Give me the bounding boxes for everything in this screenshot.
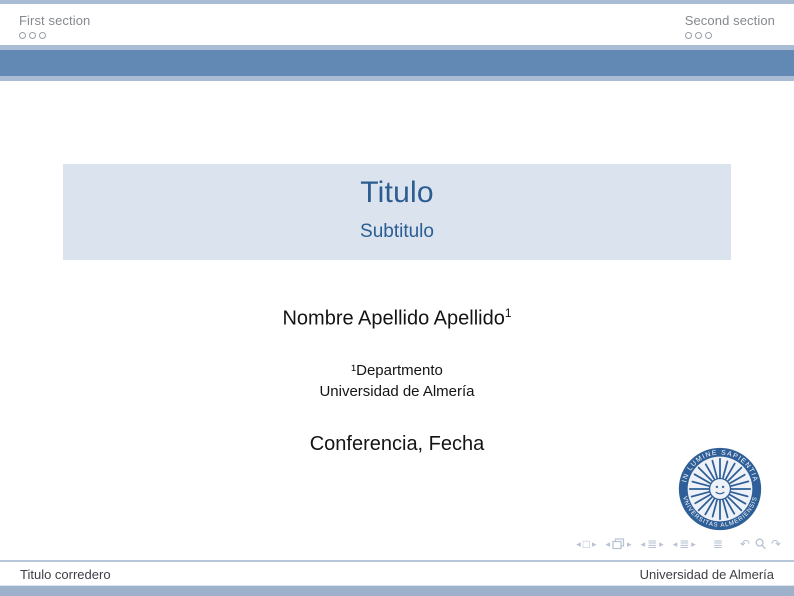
header-bar xyxy=(0,45,794,81)
frame-icon[interactable] xyxy=(612,538,625,550)
headline: First section Second section xyxy=(0,4,794,45)
conference-date: Conferencia, Fecha xyxy=(0,432,794,456)
nav-history-group: ↶ ↷ xyxy=(740,537,781,551)
author-name: Nombre Apellido Apellido xyxy=(282,308,504,330)
nav-slide-group: ◂ □ ▸ xyxy=(576,537,596,551)
nav-appendix-group: ≣ xyxy=(713,537,723,551)
appendix-icon[interactable]: ≣ xyxy=(713,537,723,551)
nav-frame-group: ◂ ▸ xyxy=(606,537,632,551)
next-slide-icon[interactable]: ▸ xyxy=(592,537,597,551)
title-box: Titulo Subtitulo xyxy=(63,164,731,260)
subsection-icon[interactable]: ≣ xyxy=(647,537,657,551)
slide-dot[interactable] xyxy=(705,32,712,39)
search-icon[interactable] xyxy=(755,538,766,550)
section-first-label[interactable]: First section xyxy=(19,13,90,28)
slide-dot[interactable] xyxy=(19,32,26,39)
university-seal-logo: IN LUMINE SAPIENTIA VNIVERSITAS ALMERIEN… xyxy=(678,447,762,531)
beamer-title-slide: First section Second section Titulo Subt… xyxy=(0,0,794,596)
institute-department: ¹Departmento xyxy=(0,360,794,381)
next-frame-icon[interactable]: ▸ xyxy=(627,537,632,551)
slide-dot[interactable] xyxy=(695,32,702,39)
prev-section-icon[interactable]: ◂ xyxy=(673,537,678,551)
bottom-accent-bar xyxy=(0,585,794,596)
slide-title: Titulo xyxy=(63,175,731,211)
go-back-icon[interactable]: ↶ xyxy=(740,537,750,551)
prev-frame-icon[interactable]: ◂ xyxy=(606,537,611,551)
slide-dot[interactable] xyxy=(39,32,46,39)
prev-subsection-icon[interactable]: ◂ xyxy=(641,537,646,551)
next-section-icon[interactable]: ▸ xyxy=(691,537,696,551)
author-affiliation-mark: 1 xyxy=(505,306,512,320)
next-subsection-icon[interactable]: ▸ xyxy=(659,537,664,551)
university-seal-icon: IN LUMINE SAPIENTIA VNIVERSITAS ALMERIEN… xyxy=(678,447,762,531)
go-forward-icon[interactable]: ↷ xyxy=(771,537,781,551)
slide-dot[interactable] xyxy=(685,32,692,39)
beamer-navigation-bar: ◂ □ ▸ ◂ ▸ ◂ ≣ ▸ ◂ ≣ ▸ ≣ ↶ xyxy=(576,537,781,551)
section-second-label[interactable]: Second section xyxy=(685,13,775,28)
footline-short-title: Titulo corredero xyxy=(20,567,111,582)
slide-icon[interactable]: □ xyxy=(583,537,590,551)
section-icon[interactable]: ≣ xyxy=(679,537,689,551)
header-section-second: Second section xyxy=(685,4,775,45)
slide-subtitle: Subtitulo xyxy=(63,220,731,243)
institute-university: Universidad de Almería xyxy=(0,381,794,402)
footline: Titulo corredero Universidad de Almería xyxy=(0,562,794,586)
nav-section-group: ◂ ≣ ▸ xyxy=(673,537,696,551)
section-first-dots xyxy=(19,32,90,39)
prev-slide-icon[interactable]: ◂ xyxy=(576,537,581,551)
slide-dot[interactable] xyxy=(29,32,36,39)
footline-institution: Universidad de Almería xyxy=(640,567,774,582)
section-second-dots xyxy=(685,32,775,39)
header-section-first: First section xyxy=(19,4,90,45)
institute-block: ¹Departmento Universidad de Almería xyxy=(0,360,794,402)
author-line: Nombre Apellido Apellido1 xyxy=(0,301,794,331)
nav-subsection-group: ◂ ≣ ▸ xyxy=(641,537,664,551)
